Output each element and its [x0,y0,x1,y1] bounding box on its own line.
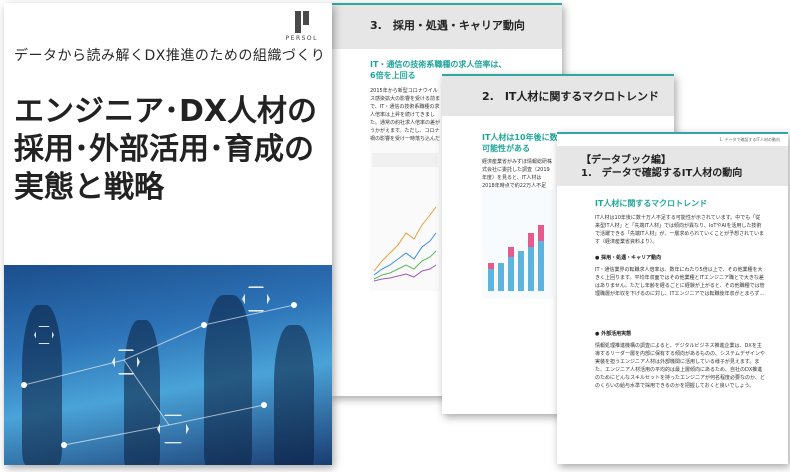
bar [488,269,494,291]
bar [508,257,514,291]
bar-segment [488,263,494,269]
bullet-heading: ● 外部活用実態 [595,331,632,337]
line-chart-figure [370,141,440,291]
bar-segment [508,247,514,257]
bar [528,247,534,291]
page-1-preview: 1. データで確認するIT人材の動向 【データブック編】 1. データで確認する… [557,132,788,464]
page-title: 2. IT人材に関するマクロトレンド [442,76,674,116]
page-accent-bar [557,132,788,134]
cover-photo [4,265,332,465]
bar [498,263,504,291]
logo-mark-icon [294,11,310,33]
chart-legend [372,153,438,167]
cover-title: エンジニア･DX人材の 採用･外部活用･育成の 実態と戦略 [14,94,318,205]
cover-subtitle: データから読み解くDX推進のための組織づくり [14,48,326,64]
bar-chart-figure [482,189,554,299]
report-cover: PERSOL データから読み解くDX推進のための組織づくり エンジニア･DX人材… [4,3,332,465]
running-header: 1. データで確認するIT人材の動向 [719,137,780,142]
publisher-logo: PERSOL [286,11,318,42]
bullet-heading: ● 採用・処遇・キャリア動向 [595,255,662,261]
body-text: IT・通信業界の転職求人倍率は、数年にわたり5倍以上で、その他業種を大きく上回り… [595,267,765,297]
bar [518,251,524,291]
page-title: 3. 採用・処遇・キャリア動向 [330,5,562,49]
section-subhead: IT人材に関するマクロトレンド [595,199,708,208]
bar-segment [538,225,544,241]
page-title: 【データブック編】 1. データで確認するIT人材の動向 [557,146,788,186]
bar-segment [528,233,534,247]
bar [538,241,544,291]
body-text: 情報処理推進機構の調査によると、デジタルビジネス推進企業は、DXを主導するリーダ… [595,343,765,389]
body-text: IT人材は10年後に数十万人不足する可能性が示されています。中でも「従来型IT人… [595,215,765,245]
